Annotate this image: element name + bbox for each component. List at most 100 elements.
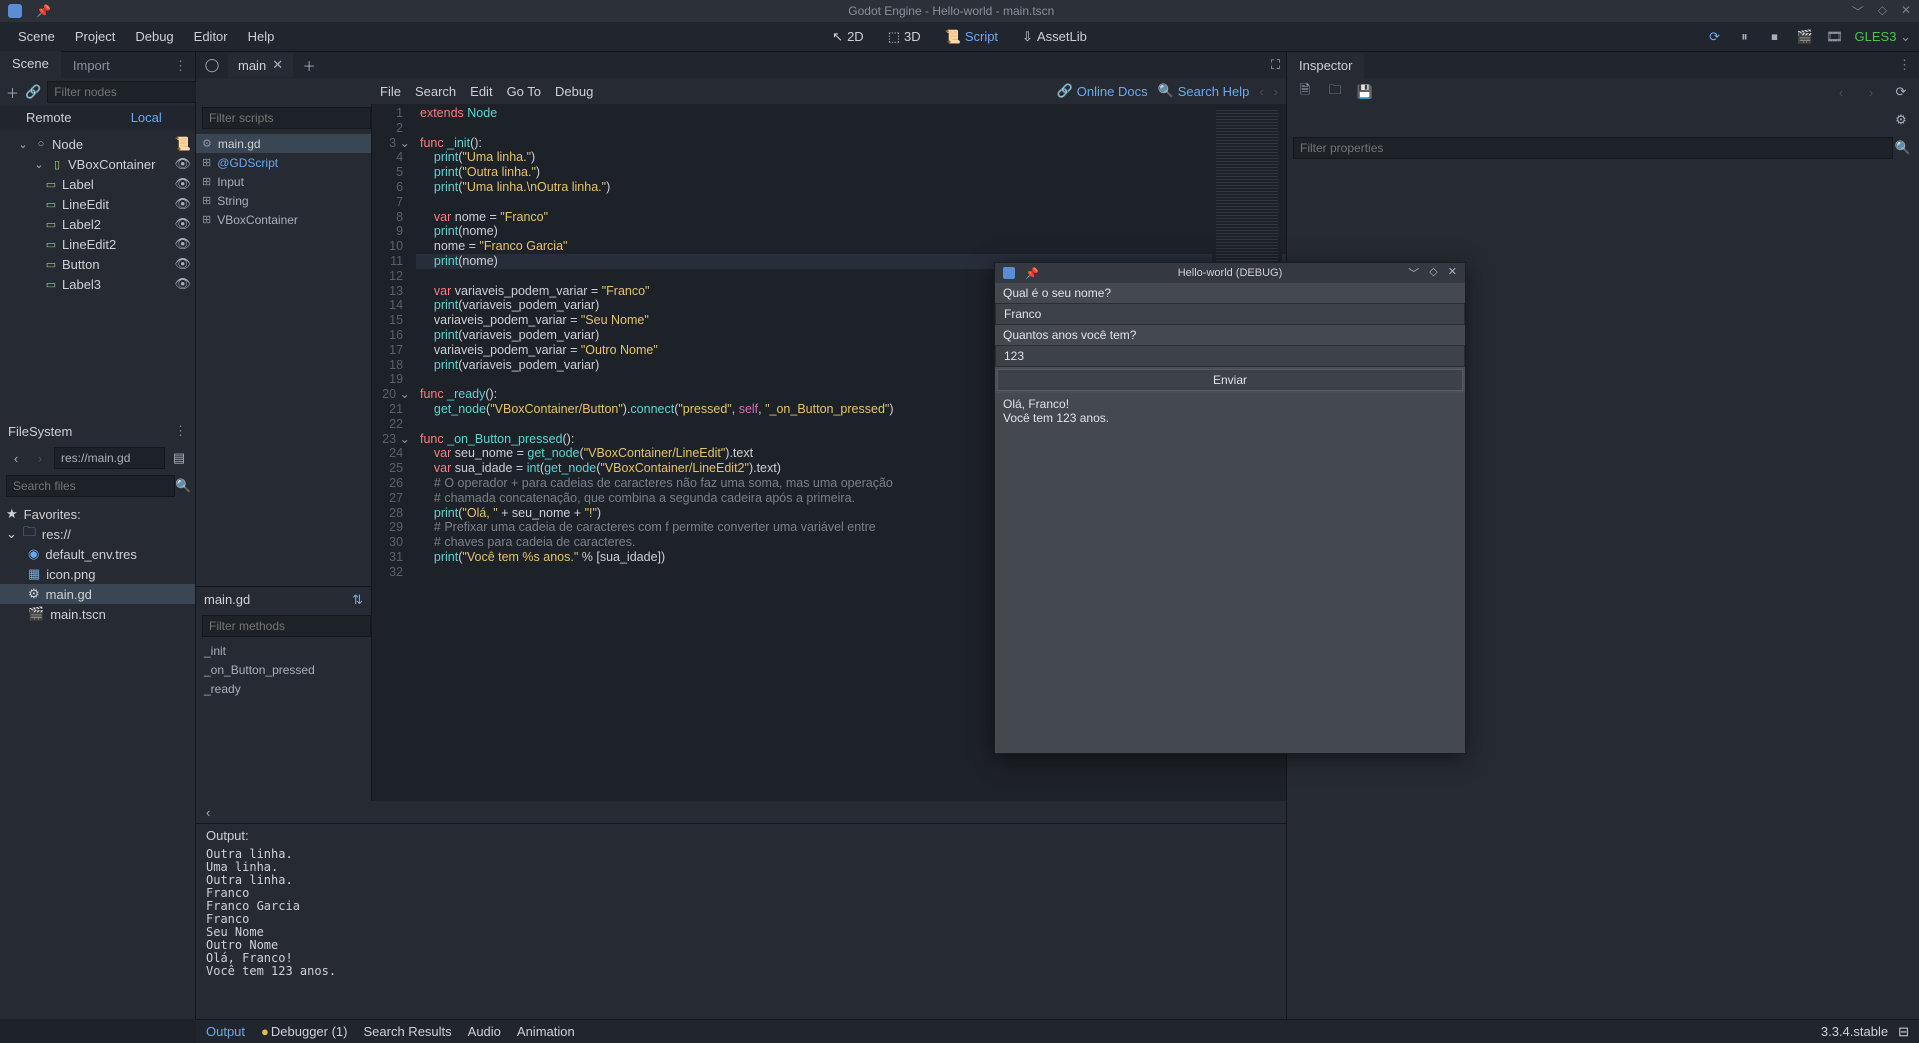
visibility-icon[interactable]: 👁 [174,236,191,252]
nav-back-icon[interactable]: ‹ [6,448,26,468]
history-back-icon[interactable]: ‹ [1831,82,1851,102]
nav-fwd-icon[interactable]: › [30,448,50,468]
inspector-filter-input[interactable] [1293,137,1893,159]
tree-row[interactable]: ⌄○ Node 📜 [0,134,195,154]
bottom-tab-animation[interactable]: Animation [517,1024,575,1039]
path-field[interactable]: res://main.gd [54,447,165,469]
menu-editor[interactable]: Editor [184,25,238,48]
renderer-label[interactable]: GLES3 ⌄ [1855,29,1911,45]
list-item[interactable]: ⚙main.gd [196,134,371,153]
list-item[interactable]: ⊞String [196,191,371,210]
instance-icon[interactable]: 🔗 [25,82,41,102]
inspector-tab[interactable]: Inspector [1287,53,1364,78]
distraction-free-icon[interactable]: ⛶ [1271,57,1280,73]
pause-icon[interactable]: ⏸ [1735,27,1755,47]
bottom-tab-output[interactable]: Output [206,1024,245,1039]
scene-dock-tab[interactable]: Scene [0,51,61,78]
workspace-assetlib[interactable]: ⇩AssetLib [1012,25,1097,49]
play-scene-icon[interactable]: 🎬 [1795,27,1815,47]
list-item[interactable]: ◉default_env.tres [0,544,195,564]
search-icon[interactable]: 🔍 [175,476,191,496]
add-tab-icon[interactable]: ＋ [299,55,319,75]
workspace-3d[interactable]: ⬚3D [878,25,931,49]
tree-row[interactable]: ▭LineEdit👁 [0,194,195,214]
filter-scripts-input[interactable] [202,107,371,129]
scene-filter-input[interactable] [47,81,216,103]
dock-menu-icon[interactable]: ⋮ [166,54,195,78]
game-name-input[interactable] [995,303,1465,325]
tree-row[interactable]: ▭Label3👁 [0,274,195,294]
import-dock-tab[interactable]: Import [61,53,122,78]
game-submit-button[interactable]: Enviar [997,369,1463,391]
history-icon[interactable]: ⟳ [1891,82,1911,102]
close-icon[interactable]: ✕ [1448,265,1457,281]
dock-menu-icon[interactable]: ⋮ [1890,53,1919,77]
bottom-tab-audio[interactable]: Audio [468,1024,501,1039]
search-icon[interactable]: 🔍 [1893,138,1913,158]
layout-icon[interactable]: ⊟ [1898,1024,1909,1040]
workspace-script[interactable]: 📜Script [935,25,1008,49]
visibility-icon[interactable]: 👁 [174,216,191,232]
maximize-icon[interactable]: ◇ [1878,3,1887,20]
script-menu-search[interactable]: Search [415,84,456,99]
filter-methods-input[interactable] [202,615,371,637]
settings-icon[interactable]: ⚙ [1891,110,1911,130]
scene-tab[interactable]: main ✕ [228,53,293,77]
script-menu-edit[interactable]: Edit [470,84,492,99]
close-icon[interactable]: ✕ [1901,3,1911,20]
maximize-icon[interactable]: ◇ [1429,265,1437,281]
save-icon[interactable]: 💾 [1355,82,1375,102]
local-tab[interactable]: Local [98,106,196,130]
script-menu-goto[interactable]: Go To [507,84,541,99]
script-menu-file[interactable]: File [380,84,401,99]
sort-icon[interactable]: ⇅ [352,592,363,608]
list-item[interactable]: 🎬main.tscn [0,604,195,624]
visibility-icon[interactable]: 👁 [174,156,191,172]
load-resource-icon[interactable]: 🗀 [1325,82,1345,102]
play-project-icon[interactable]: ⟳ [1705,27,1725,47]
game-age-input[interactable] [995,345,1465,367]
history-fwd-icon[interactable]: › [1861,82,1881,102]
tree-row[interactable]: ▭Button👁 [0,254,195,274]
menu-debug[interactable]: Debug [125,25,183,48]
remote-tab[interactable]: Remote [0,106,98,130]
list-item[interactable]: _ready [196,680,371,699]
play-custom-icon[interactable]: 🎞 [1825,27,1845,47]
tree-row[interactable]: ▭Label👁 [0,174,195,194]
visibility-icon[interactable]: 👁 [174,176,191,192]
script-menu-debug[interactable]: Debug [555,84,593,99]
list-item[interactable]: ⚙main.gd [0,584,195,604]
filesystem-search-input[interactable] [6,475,175,497]
workspace-2d[interactable]: ↖2D [822,25,874,49]
list-item[interactable]: ⊞@GDScript [196,153,371,172]
minimap[interactable] [1212,106,1282,286]
menu-help[interactable]: Help [238,25,285,48]
bottom-tab-search[interactable]: Search Results [364,1024,452,1039]
visibility-icon[interactable]: 👁 [174,276,191,292]
add-node-icon[interactable]: ＋ [6,82,19,102]
nav-back-icon[interactable]: ‹ [1259,84,1263,99]
visibility-icon[interactable]: 👁 [174,256,191,272]
list-item[interactable]: ▦icon.png [0,564,195,584]
list-item[interactable]: ⌄🗀res:// [0,524,195,544]
visibility-icon[interactable]: 👁 [174,196,191,212]
minimize-icon[interactable]: ﹀ [1852,3,1864,20]
menu-scene[interactable]: Scene [8,25,65,48]
list-item[interactable]: ⊞Input [196,172,371,191]
minimize-icon[interactable]: ﹀ [1408,265,1419,281]
tree-row[interactable]: ▭LineEdit2👁 [0,234,195,254]
search-help-link[interactable]: 🔍Search Help [1158,83,1250,99]
list-item[interactable]: _on_Button_pressed [196,661,371,680]
bottom-tab-debugger[interactable]: ●Debugger (1) [261,1024,347,1039]
tree-row[interactable]: ▭Label2👁 [0,214,195,234]
dock-menu-icon[interactable]: ⋮ [174,423,187,439]
list-item[interactable]: ★Favorites: [0,504,195,524]
online-docs-link[interactable]: 🔗Online Docs [1057,83,1148,99]
close-icon[interactable]: ✕ [272,57,283,73]
split-view-icon[interactable]: ▤ [169,448,189,468]
list-item[interactable]: _init [196,642,371,661]
nav-fwd-icon[interactable]: › [1274,84,1278,99]
menu-project[interactable]: Project [65,25,125,48]
script-attached-icon[interactable]: 📜 [175,136,191,152]
list-item[interactable]: ⊞VBoxContainer [196,210,371,229]
